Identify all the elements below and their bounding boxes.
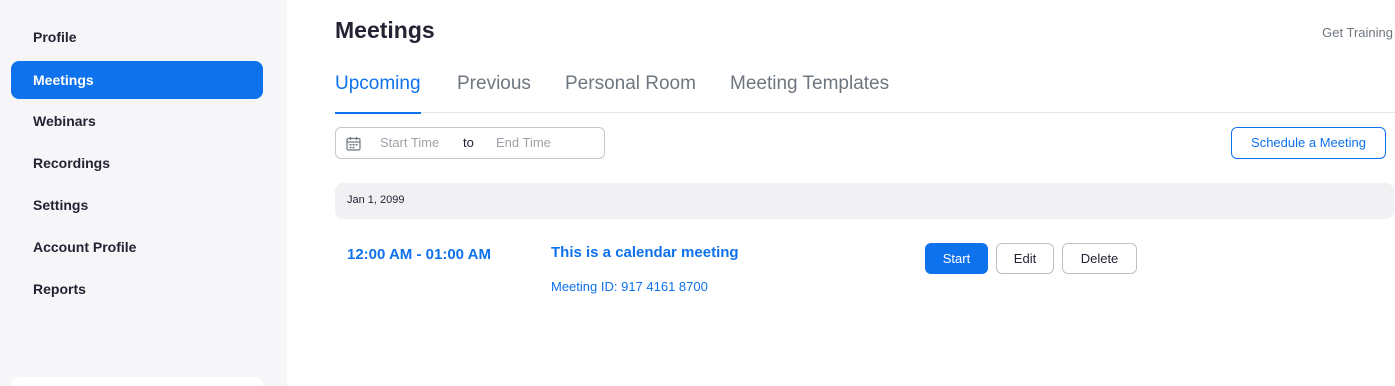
start-button[interactable]: Start: [925, 243, 988, 274]
delete-button[interactable]: Delete: [1062, 243, 1137, 274]
start-time-input[interactable]: Start Time: [380, 135, 439, 150]
tab-personal-room[interactable]: Personal Room: [565, 73, 696, 113]
tab-bar: Upcoming Previous Personal Room Meeting …: [335, 73, 1395, 114]
sidebar-item-profile[interactable]: Profile: [11, 18, 263, 56]
meeting-time: 12:00 AM - 01:00 AM: [347, 246, 491, 263]
main-content: Meetings Get Training Upcoming Previous …: [287, 0, 1395, 386]
end-time-input[interactable]: End Time: [496, 135, 551, 150]
sidebar-item-settings[interactable]: Settings: [11, 186, 263, 224]
sidebar-item-account-profile[interactable]: Account Profile: [11, 228, 263, 266]
meeting-id: Meeting ID: 917 4161 8700: [551, 279, 708, 294]
sidebar-item-webinars[interactable]: Webinars: [11, 102, 263, 140]
sidebar-item-recordings[interactable]: Recordings: [11, 144, 263, 182]
date-group-header: Jan 1, 2099: [335, 183, 1394, 219]
meeting-title-link[interactable]: This is a calendar meeting: [551, 244, 739, 261]
sidebar-item-meetings[interactable]: Meetings: [11, 61, 263, 99]
meeting-date: Jan 1, 2099: [347, 194, 405, 206]
tab-meeting-templates[interactable]: Meeting Templates: [730, 73, 889, 113]
sidebar-item-reports[interactable]: Reports: [11, 270, 263, 308]
date-range-picker[interactable]: Start Time to End Time: [335, 127, 605, 159]
edit-button[interactable]: Edit: [996, 243, 1054, 274]
tab-upcoming[interactable]: Upcoming: [335, 73, 421, 114]
calendar-icon: [346, 137, 361, 151]
range-separator: to: [463, 135, 474, 150]
page-title: Meetings: [335, 17, 435, 43]
schedule-meeting-button[interactable]: Schedule a Meeting: [1231, 127, 1386, 159]
sidebar-card: [11, 377, 263, 386]
sidebar: Profile Meetings Webinars Recordings Set…: [0, 0, 287, 386]
tab-previous[interactable]: Previous: [457, 73, 531, 113]
get-training-link[interactable]: Get Training: [1322, 25, 1393, 40]
